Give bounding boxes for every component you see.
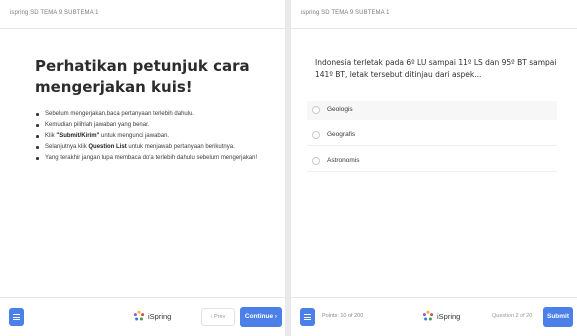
- course-title: ispring SD TEMA 9 SUBTEMA 1: [301, 10, 390, 16]
- answer-option-label: Geologis: [327, 106, 353, 113]
- slide-header: ispring SD TEMA 9 SUBTEMA 1: [291, 0, 577, 29]
- points-counter: Points: 10 of 200: [322, 313, 364, 319]
- instruction-item: Kemudian pilihlah jawaban yang benar.: [35, 121, 270, 129]
- instruction-item: Yang terakhir jangan lupa membaca do'a t…: [35, 154, 270, 162]
- radio-button-icon[interactable]: [312, 131, 320, 139]
- answer-option-geologis[interactable]: Geologis: [307, 101, 557, 120]
- question-counter: Question 2 of 20: [492, 313, 533, 319]
- hamburger-menu-icon[interactable]: [300, 308, 315, 326]
- instructions-title: Perhatikan petunjuk cara mengerjakan kui…: [35, 57, 250, 96]
- instruction-item: Klik "Submit/Kirim" untuk mengunci jawab…: [35, 132, 270, 140]
- submit-button[interactable]: Submit: [543, 307, 573, 327]
- instruction-item: Sebelum mengerjakan,baca pertanyaan terl…: [35, 110, 270, 118]
- answer-option-label: Astronomis: [327, 157, 360, 164]
- continue-button[interactable]: Continue ›: [240, 307, 282, 327]
- instructions-content: Perhatikan petunjuk cara mengerjakan kui…: [35, 56, 270, 165]
- ispring-logo-icon: [133, 310, 145, 321]
- instructions-list: Sebelum mengerjakan,baca pertanyaan terl…: [35, 110, 270, 162]
- answer-option-astronomis[interactable]: Astronomis: [307, 152, 557, 172]
- hamburger-menu-icon[interactable]: [9, 308, 24, 326]
- answer-options: Geologis Geografis Astronomis: [307, 101, 557, 178]
- player-footer: Points: 10 of 200 iSpring Question 2 of …: [291, 297, 577, 336]
- instruction-item: Selanjutnya klik Question List untuk men…: [35, 143, 270, 151]
- ispring-logo-icon: [422, 310, 434, 321]
- question-slide: ispring SD TEMA 9 SUBTEMA 1 Indonesia te…: [291, 0, 577, 336]
- ispring-brand: iSpring: [422, 310, 460, 322]
- question-text: Indonesia terletak pada 6º LU sampai 11º…: [315, 58, 557, 79]
- radio-button-icon[interactable]: [312, 157, 320, 165]
- prev-button[interactable]: ‹ Prev: [201, 308, 235, 326]
- course-title: ispring SD TEMA 9 SUBTEMA 1: [10, 10, 99, 16]
- radio-button-icon[interactable]: [312, 106, 320, 114]
- answer-option-label: Geografis: [327, 131, 356, 138]
- slide-header: ispring SD TEMA 9 SUBTEMA 1: [0, 0, 285, 29]
- ispring-brand: iSpring: [133, 310, 171, 322]
- answer-option-geografis[interactable]: Geografis: [307, 126, 557, 146]
- instructions-slide: ispring SD TEMA 9 SUBTEMA 1 Perhatikan p…: [0, 0, 285, 336]
- player-footer: iSpring ‹ Prev Continue ›: [0, 297, 285, 336]
